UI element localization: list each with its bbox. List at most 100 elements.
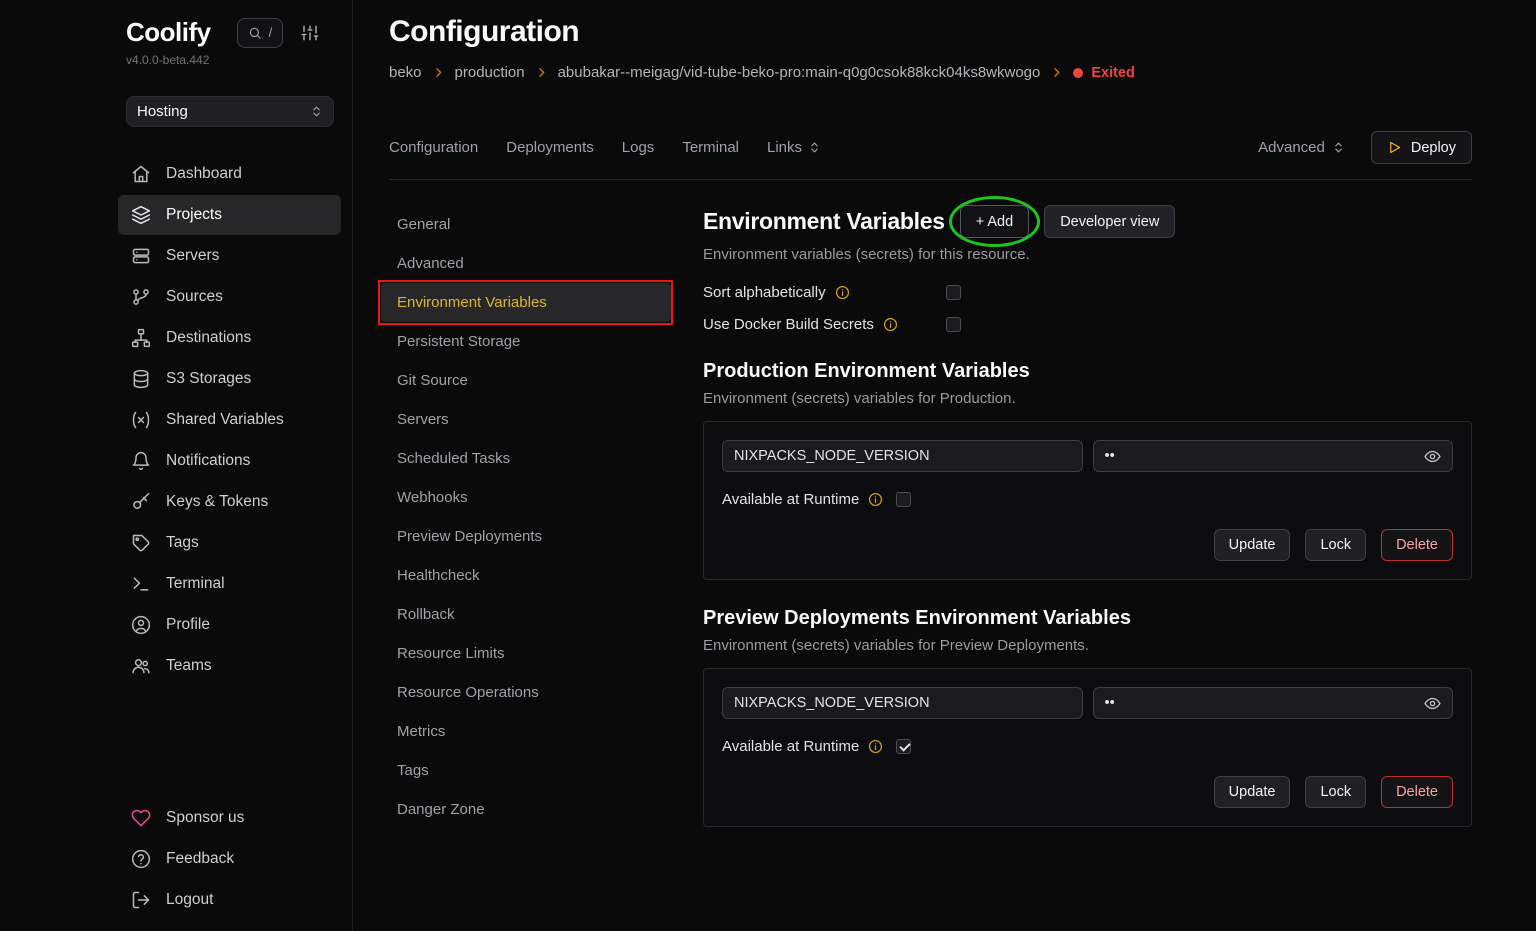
tab-bar: Configuration Deployments Logs Terminal … — [389, 131, 1472, 164]
terminal-icon — [131, 574, 151, 594]
subnav-item-rollback[interactable]: Rollback — [381, 595, 671, 634]
key-icon — [131, 492, 151, 512]
tab-logs[interactable]: Logs — [622, 139, 655, 156]
variable-value-field[interactable] — [1093, 687, 1454, 719]
tab-terminal[interactable]: Terminal — [682, 139, 739, 156]
lock-button[interactable]: Lock — [1305, 776, 1366, 808]
subnav-item-environment-variables[interactable]: Environment Variables — [381, 283, 671, 322]
subnav-item-resource-operations[interactable]: Resource Operations — [381, 673, 671, 712]
subnav-item-general[interactable]: General — [381, 205, 671, 244]
subnav-item-preview-deployments[interactable]: Preview Deployments — [381, 517, 671, 556]
sidebar-item-servers[interactable]: Servers — [118, 236, 341, 276]
delete-button[interactable]: Delete — [1381, 529, 1453, 561]
update-button[interactable]: Update — [1214, 529, 1291, 561]
logout-icon — [131, 890, 151, 910]
breadcrumb: beko production abubakar--meigag/vid-tub… — [389, 64, 1472, 81]
subnav-item-tags[interactable]: Tags — [381, 751, 671, 790]
sidebar-item-profile[interactable]: Profile — [118, 605, 341, 645]
info-icon[interactable] — [868, 492, 883, 507]
breadcrumb-resource[interactable]: abubakar--meigag/vid-tube-beko-pro:main-… — [558, 64, 1041, 81]
sidebar-item-tags[interactable]: Tags — [118, 523, 341, 563]
preview-section-subtitle: Environment (secrets) variables for Prev… — [703, 637, 1472, 654]
docker-build-secrets-checkbox[interactable] — [946, 317, 961, 332]
status-text: Exited — [1091, 65, 1135, 81]
available-at-runtime-label: Available at Runtime — [722, 738, 859, 755]
update-button[interactable]: Update — [1214, 776, 1291, 808]
sidebar-item-dashboard[interactable]: Dashboard — [118, 154, 341, 194]
subnav-item-git-source[interactable]: Git Source — [381, 361, 671, 400]
variable-value-field[interactable] — [1093, 440, 1454, 472]
sidebar-item-terminal[interactable]: Terminal — [118, 564, 341, 604]
sidebar-item-s3-storages[interactable]: S3 Storages — [118, 359, 341, 399]
sidebar-item-projects[interactable]: Projects — [118, 195, 341, 235]
subnav-item-servers[interactable]: Servers — [381, 400, 671, 439]
users-icon — [131, 656, 151, 676]
delete-button[interactable]: Delete — [1381, 776, 1453, 808]
sidebar-item-notifications[interactable]: Notifications — [118, 441, 341, 481]
variable-key-field[interactable] — [722, 440, 1083, 472]
environment-variables-panel: Environment Variables + Add Developer vi… — [703, 205, 1472, 829]
sidebar: Coolify / v4.0.0-beta.442 Hosting Dashbo… — [0, 0, 353, 931]
app-logo: Coolify — [126, 17, 211, 48]
available-at-runtime-checkbox[interactable] — [896, 739, 911, 754]
developer-view-button[interactable]: Developer view — [1044, 205, 1175, 238]
variable-key-field[interactable] — [722, 687, 1083, 719]
panel-title: Environment Variables — [703, 208, 945, 235]
eye-icon[interactable] — [1424, 448, 1441, 465]
search-shortcut-key: / — [269, 25, 273, 40]
sidebar-item-sponsor[interactable]: Sponsor us — [118, 798, 341, 838]
tab-deployments[interactable]: Deployments — [506, 139, 594, 156]
sidebar-item-shared-variables[interactable]: Shared Variables — [118, 400, 341, 440]
play-icon — [1387, 140, 1402, 155]
subnav-item-persistent-storage[interactable]: Persistent Storage — [381, 322, 671, 361]
help-circle-icon — [131, 849, 151, 869]
breadcrumb-environment[interactable]: production — [455, 64, 525, 81]
bell-icon — [131, 451, 151, 471]
sort-alphabetically-checkbox[interactable] — [946, 285, 961, 300]
preview-variable-card: Available at Runtime Update Lock Delete — [703, 668, 1472, 827]
sidebar-item-keys-tokens[interactable]: Keys & Tokens — [118, 482, 341, 522]
chevron-updown-icon — [808, 141, 821, 154]
lock-button[interactable]: Lock — [1305, 529, 1366, 561]
info-icon[interactable] — [868, 739, 883, 754]
subnav-item-healthcheck[interactable]: Healthcheck — [381, 556, 671, 595]
deploy-button[interactable]: Deploy — [1371, 131, 1472, 164]
sidebar-item-sources[interactable]: Sources — [118, 277, 341, 317]
variable-key-input[interactable] — [734, 695, 1071, 711]
settings-subnav: General Advanced Environment Variables P… — [381, 205, 671, 829]
team-select[interactable]: Hosting — [126, 96, 334, 127]
tab-configuration[interactable]: Configuration — [389, 139, 478, 156]
subnav-item-scheduled-tasks[interactable]: Scheduled Tasks — [381, 439, 671, 478]
sidebar-item-teams[interactable]: Teams — [118, 646, 341, 686]
available-at-runtime-checkbox[interactable] — [896, 492, 911, 507]
breadcrumb-project[interactable]: beko — [389, 64, 422, 81]
info-icon[interactable] — [883, 317, 898, 332]
settings-sliders-icon[interactable] — [301, 24, 319, 42]
sidebar-item-destinations[interactable]: Destinations — [118, 318, 341, 358]
chevron-right-icon — [432, 66, 445, 79]
variable-key-input[interactable] — [734, 448, 1071, 464]
sidebar-item-logout[interactable]: Logout — [118, 880, 341, 920]
tab-links[interactable]: Links — [767, 139, 821, 156]
add-variable-button[interactable]: + Add — [960, 205, 1030, 238]
subnav-item-advanced[interactable]: Advanced — [381, 244, 671, 283]
production-section-title: Production Environment Variables — [703, 360, 1472, 383]
server-icon — [131, 246, 151, 266]
subnav-item-danger-zone[interactable]: Danger Zone — [381, 790, 671, 829]
eye-icon[interactable] — [1424, 695, 1441, 712]
chevron-updown-icon — [310, 105, 323, 118]
layers-icon — [131, 205, 151, 225]
tag-icon — [131, 533, 151, 553]
user-circle-icon — [131, 615, 151, 635]
subnav-item-webhooks[interactable]: Webhooks — [381, 478, 671, 517]
database-icon — [131, 369, 151, 389]
variable-value-input[interactable] — [1105, 695, 1417, 711]
info-icon[interactable] — [835, 285, 850, 300]
sidebar-item-feedback[interactable]: Feedback — [118, 839, 341, 879]
subnav-item-metrics[interactable]: Metrics — [381, 712, 671, 751]
variable-value-input[interactable] — [1105, 448, 1417, 464]
subnav-item-resource-limits[interactable]: Resource Limits — [381, 634, 671, 673]
sidebar-footer: Sponsor us Feedback Logout — [118, 798, 341, 921]
advanced-select[interactable]: Advanced — [1258, 139, 1345, 156]
search-button[interactable]: / — [237, 18, 284, 48]
